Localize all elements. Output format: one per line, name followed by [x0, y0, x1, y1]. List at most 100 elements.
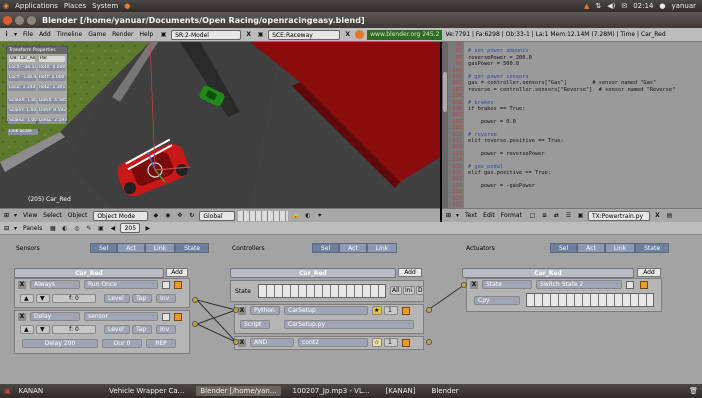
code-line[interactable]: power = reversePower: [468, 151, 545, 157]
taskbar-item-blender[interactable]: Blender [/home/yan...: [196, 386, 281, 396]
python-script-field[interactable]: CarSetup.py: [284, 320, 414, 329]
editor-type-icon[interactable]: ⊞: [2, 211, 11, 220]
edit-menu[interactable]: Edit: [483, 212, 495, 219]
state-actuator-pin-icon[interactable]: [626, 281, 634, 289]
syntax-icon[interactable]: ☰: [564, 211, 573, 220]
python-controller-out-dot[interactable]: [426, 307, 432, 313]
taskbar-item-vehicle-wrapper[interactable]: Vehicle Wrapper Ca...: [105, 386, 188, 396]
code-line[interactable]: gasPower = 500.0: [468, 61, 519, 67]
always-sensor-frequency[interactable]: f: 0: [52, 294, 96, 303]
sensors-act-tab[interactable]: Act: [117, 243, 145, 253]
always-sensor-collapse-icon[interactable]: [174, 281, 182, 289]
window-title-bar[interactable]: Blender [/home/yanuar/Documents/Open Rac…: [0, 12, 702, 28]
scene-field[interactable]: SCE:Raceway: [268, 29, 341, 40]
delay-value-field[interactable]: Delay 200: [22, 339, 98, 348]
code-line[interactable]: # get power sensors: [468, 74, 529, 80]
always-sensor-name[interactable]: Run Once: [84, 280, 158, 289]
code-line[interactable]: power = -gasPower: [468, 183, 535, 189]
state-actuator-type[interactable]: State: [482, 280, 532, 289]
trash-icon[interactable]: 🗑: [689, 387, 698, 395]
mode-select[interactable]: Object Mode: [93, 210, 149, 221]
render-menu[interactable]: Render: [112, 31, 133, 38]
duration-field[interactable]: Dur 0: [102, 339, 142, 348]
code-line[interactable]: # gas pedal: [468, 164, 503, 170]
text-file-field[interactable]: TX:Powertrain.py: [587, 210, 650, 221]
blender-logo-icon[interactable]: [355, 30, 365, 39]
format-menu[interactable]: Format: [501, 212, 522, 219]
system-menu[interactable]: System: [92, 2, 118, 10]
places-menu[interactable]: Places: [64, 2, 86, 10]
actuators-add-button[interactable]: Add: [637, 268, 661, 277]
code-line[interactable]: elif gas.positive == True:: [468, 170, 551, 176]
always-sensor-pulse-true[interactable]: ▲: [20, 294, 34, 303]
taskbar-item-vlc[interactable]: 100207_Jp.mp3 - VL...: [289, 386, 374, 396]
scaley-field[interactable]: ScaleY: 1.000: [8, 108, 36, 114]
code-line[interactable]: elif reverse.positive == True:: [468, 138, 564, 144]
delay-sensor-tap-button[interactable]: Tap: [132, 325, 152, 334]
render-icon[interactable]: ◐: [303, 211, 312, 220]
sensors-add-button[interactable]: Add: [166, 268, 188, 277]
and-controller-out-dot[interactable]: [426, 339, 432, 345]
add-menu[interactable]: Add: [39, 31, 51, 38]
text-editor[interactable]: 96 97 98 99 100 101 102 103 104 105 106 107 108 109 11…: [442, 42, 702, 208]
state-actuator-collapse-icon[interactable]: [640, 281, 648, 289]
orientation-select[interactable]: Global: [199, 210, 236, 221]
volume-icon[interactable]: ◀): [607, 2, 615, 10]
controllers-sel-tab[interactable]: Sel: [312, 243, 340, 253]
scalez-field[interactable]: ScaleZ: 1.000: [8, 118, 36, 124]
rotz-field[interactable]: RotZ: 1.301: [38, 85, 66, 91]
transform-panel-title[interactable]: Transform Properties: [7, 47, 67, 54]
sensors-object-name[interactable]: Car_Red: [14, 268, 164, 278]
and-controller-delete-icon[interactable]: X: [238, 339, 246, 347]
shading-icon[interactable]: ◐: [60, 224, 69, 233]
dimz-field[interactable]: DimZ: 2.597: [38, 118, 66, 124]
python-controller-priority[interactable]: 1: [384, 306, 398, 315]
object-icon[interactable]: ◎: [72, 224, 81, 233]
actuators-act-tab[interactable]: Act: [577, 243, 605, 253]
snap-icon[interactable]: ⌖: [315, 211, 324, 220]
delay-sensor-pulse-false[interactable]: ▼: [36, 325, 50, 334]
delay-sensor-type[interactable]: Delay: [30, 312, 80, 321]
minimize-window-icon[interactable]: [15, 15, 24, 25]
buttons-window-icon[interactable]: ▦: [48, 224, 57, 233]
link-scale-button[interactable]: Link Scale: [8, 129, 38, 135]
actuators-link-tab[interactable]: Link: [604, 243, 636, 253]
locy-field[interactable]: LocY: -138.459: [8, 75, 36, 81]
help-menu[interactable]: Help: [139, 31, 153, 38]
always-sensor-type[interactable]: Always: [30, 280, 80, 289]
close-window-icon[interactable]: [3, 15, 12, 25]
frame-next-icon[interactable]: ▶: [143, 224, 152, 233]
taskbar-item-blender-2[interactable]: Blender: [428, 386, 463, 396]
python-controller-delete-icon[interactable]: X: [238, 307, 246, 315]
viewport-object-menu[interactable]: Object: [68, 212, 88, 219]
sensors-state-tab[interactable]: State: [175, 243, 210, 253]
frame-field[interactable]: 205: [120, 223, 141, 233]
screen-browse-icon[interactable]: ▣: [159, 30, 168, 39]
dimx-field[interactable]: DimX: 4.585: [38, 98, 66, 104]
code-line[interactable]: if brakes == True:: [468, 106, 525, 112]
sensors-sel-tab[interactable]: Sel: [90, 243, 118, 253]
draw-type-icon[interactable]: ◆: [151, 211, 160, 220]
python-controller-name[interactable]: CarSetup: [284, 306, 368, 315]
delay-sensor-pulse-true[interactable]: ▲: [20, 325, 34, 334]
view-menu-toggle-icon[interactable]: ▾: [14, 31, 17, 38]
clock[interactable]: 02:14: [633, 2, 653, 10]
delay-sensor-name[interactable]: sensor: [84, 312, 158, 321]
python-controller-in-dot[interactable]: [233, 307, 239, 313]
screen-delete-icon[interactable]: X: [244, 30, 253, 39]
show-desktop-icon[interactable]: ▣: [4, 387, 11, 395]
dimy-field[interactable]: DimY: 9.592: [38, 108, 66, 114]
always-sensor-tap-button[interactable]: Tap: [132, 294, 152, 303]
panels-toggle-icon[interactable]: ▾: [14, 225, 17, 232]
actuators-state-tab[interactable]: State: [635, 243, 670, 253]
python-controller-mode[interactable]: Script: [240, 320, 270, 329]
always-sensor-level-button[interactable]: Level: [104, 294, 130, 303]
frame-prev-icon[interactable]: ◀: [108, 224, 117, 233]
state-grid[interactable]: [258, 284, 386, 298]
text-scrollbar[interactable]: [442, 42, 448, 208]
delay-sensor-pin-icon[interactable]: [162, 313, 170, 321]
state-actuator-delete-icon[interactable]: X: [470, 281, 478, 289]
scene-icon[interactable]: ▣: [96, 224, 105, 233]
screen-field[interactable]: SR:2-Model: [171, 29, 242, 40]
state-d-button[interactable]: D: [416, 286, 424, 295]
